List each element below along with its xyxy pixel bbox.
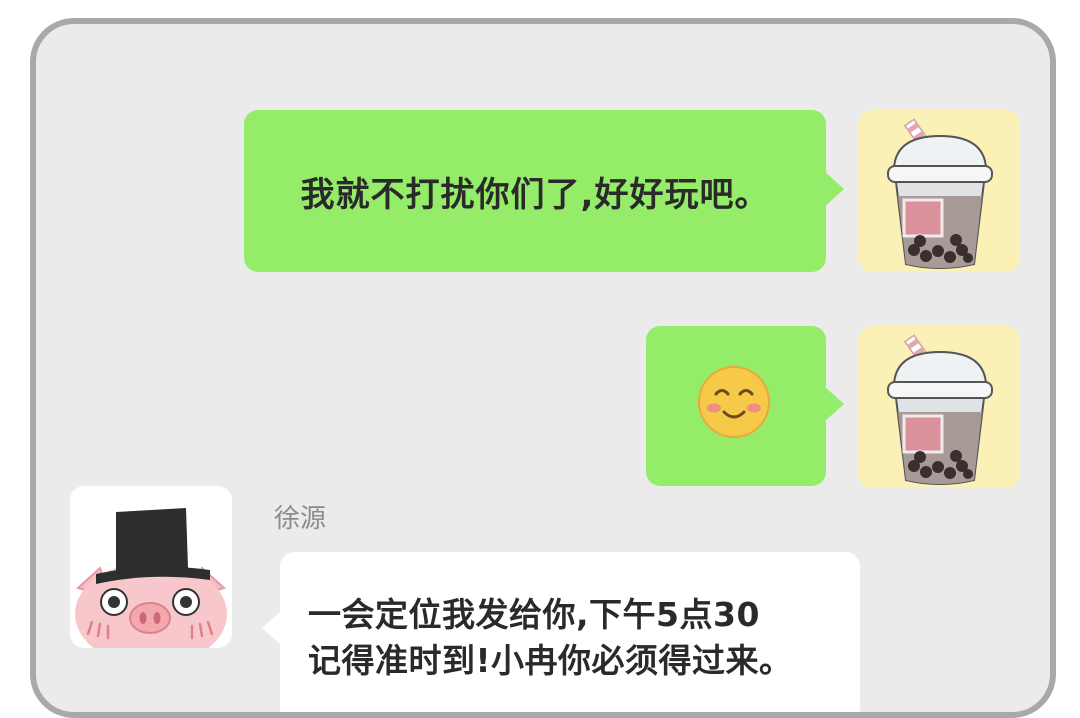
smiling-face-blush-icon: [698, 366, 770, 438]
bubble-tea-icon[interactable]: [858, 326, 1020, 488]
message-text: 我就不打扰你们了,好好玩吧。: [300, 174, 770, 215]
message-bubble-incoming[interactable]: 一会定位我发给你,下午5点30 记得准时到!小冉你必须得过来。: [280, 552, 860, 712]
bubble-tea-icon[interactable]: [858, 110, 1020, 272]
bubble-tea-drawing: [887, 334, 993, 485]
pig-top-hat-icon[interactable]: [70, 486, 232, 648]
bubble-tea-drawing: [887, 118, 993, 269]
chat-window: 我就不打扰你们了,好好玩吧。 徐源 一会定位我发给你,下午5点30 记得准时到!…: [30, 18, 1056, 718]
message-line: 一会定位我发给你,下午5点30: [308, 595, 760, 634]
bubble-tail: [262, 612, 280, 644]
sender-name: 徐源: [274, 504, 327, 534]
message-line: 记得准时到!小冉你必须得过来。: [308, 641, 793, 680]
pig-avatar-drawing: [75, 508, 227, 648]
bubble-tail: [824, 386, 844, 422]
message-text: 一会定位我发给你,下午5点30 记得准时到!小冉你必须得过来。: [308, 592, 850, 684]
message-bubble-outgoing[interactable]: 我就不打扰你们了,好好玩吧。: [244, 110, 826, 272]
bubble-tail: [824, 171, 844, 207]
message-bubble-outgoing-emoji[interactable]: [646, 326, 826, 486]
